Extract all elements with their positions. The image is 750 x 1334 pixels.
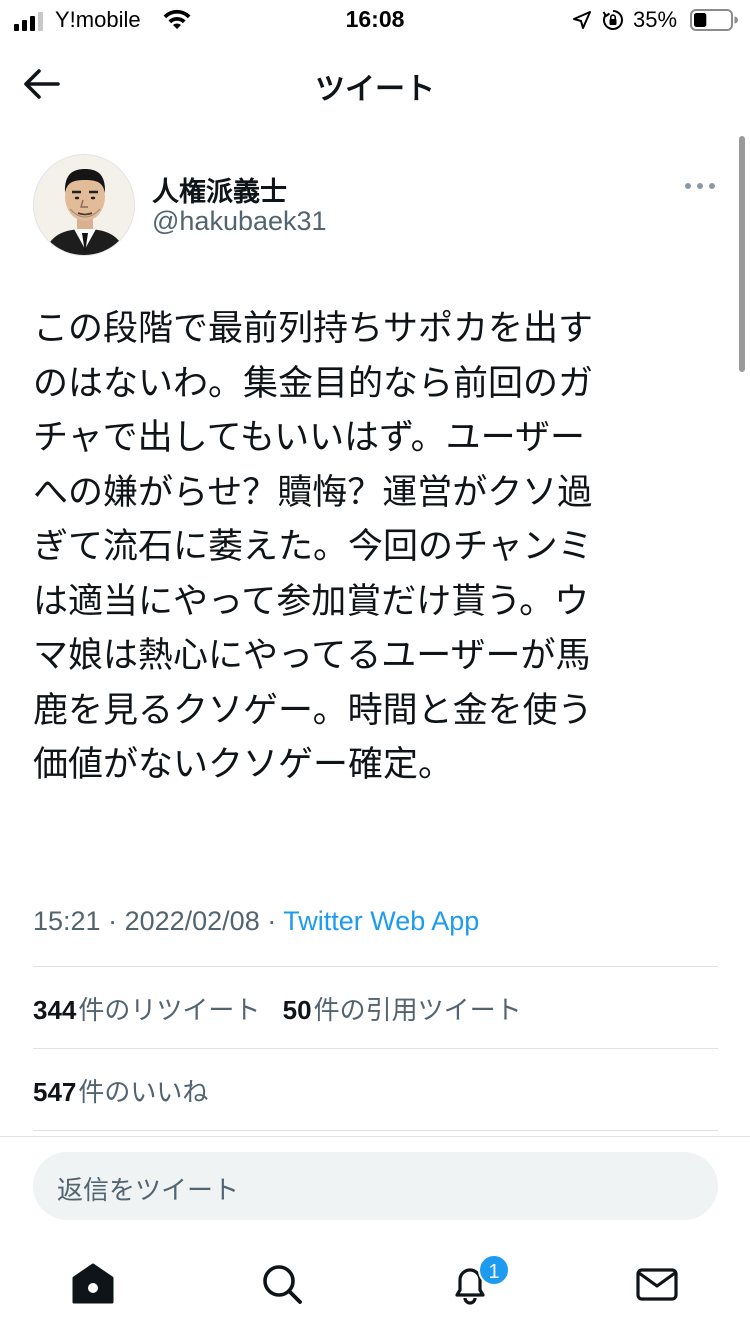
tweet-meta: 15:21 · 2022/02/08 · Twitter Web App — [33, 906, 479, 937]
tweet-text-line: のはないわ。集金目的なら前回のガ — [33, 363, 594, 404]
battery-icon — [690, 9, 738, 31]
more-horizontal-icon[interactable] — [680, 172, 720, 200]
tweet-text-line: への嫌がらせ？贖悔？運営がクソ過 — [33, 472, 593, 513]
notification-badge: 1 — [478, 1254, 510, 1286]
messages-icon — [636, 1268, 678, 1301]
divider — [33, 966, 718, 967]
tweet-text-line: この段階で最前列持ちサポカを出す — [33, 309, 594, 349]
avatar[interactable] — [33, 154, 135, 256]
reply-placeholder: 返信をツイート — [57, 1176, 240, 1206]
tab-home[interactable] — [69, 1260, 117, 1308]
author-handle[interactable]: @hakubaek31 — [152, 206, 327, 237]
meta-separator: · — [100, 906, 125, 936]
retweets-stat[interactable]: 344件のリツイート — [33, 995, 261, 1026]
stats-row: 344件のリツイート 50件の引用ツイート — [33, 990, 536, 1027]
likes-row: 547件のいいね — [33, 1072, 222, 1109]
tweet-text-line: ぎて流石に萎えた。今回のチャンミ — [33, 527, 593, 567]
divider — [33, 1048, 718, 1049]
orientation-lock-icon — [602, 10, 623, 30]
quotes-label: 件の引用ツイート — [313, 996, 522, 1026]
tweet-text-line: 価値がないクソゲー確定。 — [33, 745, 454, 785]
tweet-text: この段階で最前列持ちサポカを出す のはないわ。集金目的なら前回のガ チャで出して… — [33, 302, 701, 793]
likes-count: 547 — [33, 1077, 77, 1107]
search-icon — [263, 1265, 302, 1304]
author-name[interactable]: 人権派義士 — [152, 170, 287, 209]
tweet-date: 2022/02/08 — [124, 906, 260, 936]
quotes-count: 50 — [282, 995, 312, 1025]
meta-separator: · — [259, 906, 284, 936]
tweet-text-line: は適当にやって参加賞だけ貰う。ウ — [33, 581, 590, 622]
tweet-source-link[interactable]: Twitter Web App — [283, 906, 479, 936]
battery-percent: 35% — [633, 7, 678, 32]
likes-stat[interactable]: 547件のいいね — [33, 1077, 209, 1108]
tweet-text-line: マ娘は熱心にやってるユーザーが馬 — [33, 636, 591, 676]
avatar-illustration — [34, 155, 134, 255]
retweets-count: 344 — [33, 995, 77, 1025]
divider — [33, 1130, 718, 1131]
tweet-text-line: 鹿を見るクソゲー。時間と金を使う — [33, 690, 593, 731]
reply-input[interactable]: 返信をツイート — [33, 1152, 718, 1220]
tab-messages[interactable] — [633, 1260, 681, 1308]
scrollbar[interactable] — [739, 136, 745, 372]
tweet-text-line: チャで出してもいいはず。ユーザー — [33, 418, 585, 458]
quotes-stat[interactable]: 50件の引用ツイート — [282, 995, 522, 1026]
home-icon — [72, 1263, 114, 1304]
status-bar: Y!mobile 16:08 35% — [0, 0, 750, 40]
tab-bar — [0, 1236, 750, 1334]
location-icon — [573, 11, 591, 29]
reply-divider — [0, 1136, 750, 1137]
tab-search[interactable] — [258, 1260, 306, 1308]
retweets-label: 件のリツイート — [78, 996, 261, 1026]
page-title: ツイート — [315, 72, 435, 107]
tweet-time: 15:21 — [33, 906, 101, 936]
nav-header: ツイート — [0, 40, 750, 128]
likes-label: 件のいいね — [78, 1078, 209, 1108]
